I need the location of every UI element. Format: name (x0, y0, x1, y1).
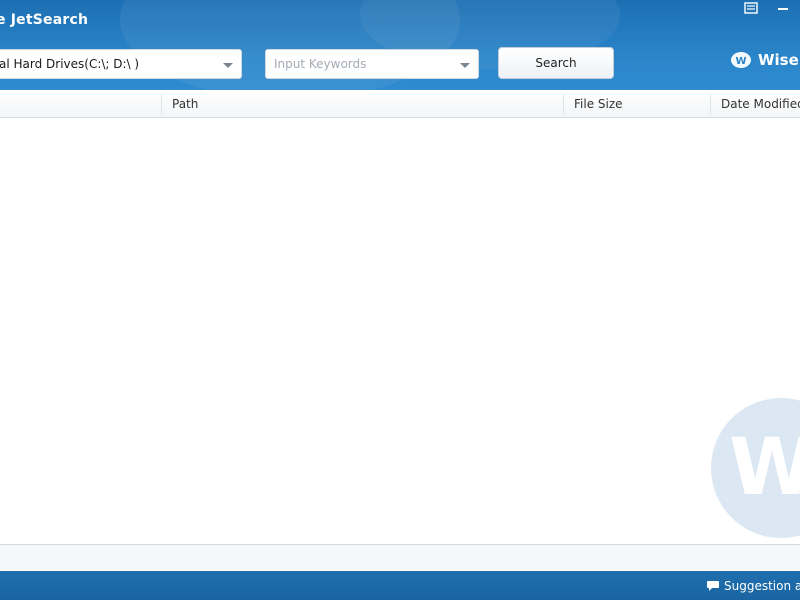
suggestion-link[interactable]: Suggestion a (706, 579, 800, 593)
drive-select-value: al Hard Drives(C:\; D:\ ) (0, 57, 140, 71)
chevron-down-icon[interactable] (223, 63, 233, 68)
column-separator[interactable] (563, 94, 564, 115)
wise-logo-icon: W (731, 52, 751, 68)
column-header-path[interactable]: Path (172, 91, 198, 117)
results-column-header: Path File Size Date Modified (0, 91, 800, 118)
svg-text:W: W (735, 56, 746, 67)
status-bar (0, 544, 800, 570)
speech-bubble-icon (707, 581, 719, 591)
brand-logo: W Wise( (730, 50, 800, 70)
watermark-letter: W (729, 423, 800, 513)
title-bar-header: e JetSearch al Hard Drives(C:\; D:\ ) Se… (0, 0, 800, 90)
chevron-down-icon[interactable] (460, 63, 470, 68)
column-header-date-modified[interactable]: Date Modified (721, 91, 800, 117)
brand-text: Wise( (758, 51, 800, 69)
keywords-input[interactable] (274, 51, 454, 77)
footer-bar: Suggestion a (0, 571, 800, 600)
search-button[interactable]: Search (498, 47, 614, 79)
watermark-logo: W (711, 398, 800, 538)
column-separator[interactable] (710, 94, 711, 115)
minimize-icon[interactable] (770, 0, 796, 16)
column-header-file-size[interactable]: File Size (574, 91, 623, 117)
results-list[interactable]: W (0, 118, 800, 544)
menu-icon[interactable] (738, 0, 764, 16)
suggestion-label: Suggestion a (724, 579, 800, 593)
keywords-combobox[interactable] (265, 49, 479, 79)
column-separator[interactable] (161, 94, 162, 115)
drive-select[interactable]: al Hard Drives(C:\; D:\ ) (0, 49, 242, 79)
app-title: e JetSearch (0, 12, 89, 28)
